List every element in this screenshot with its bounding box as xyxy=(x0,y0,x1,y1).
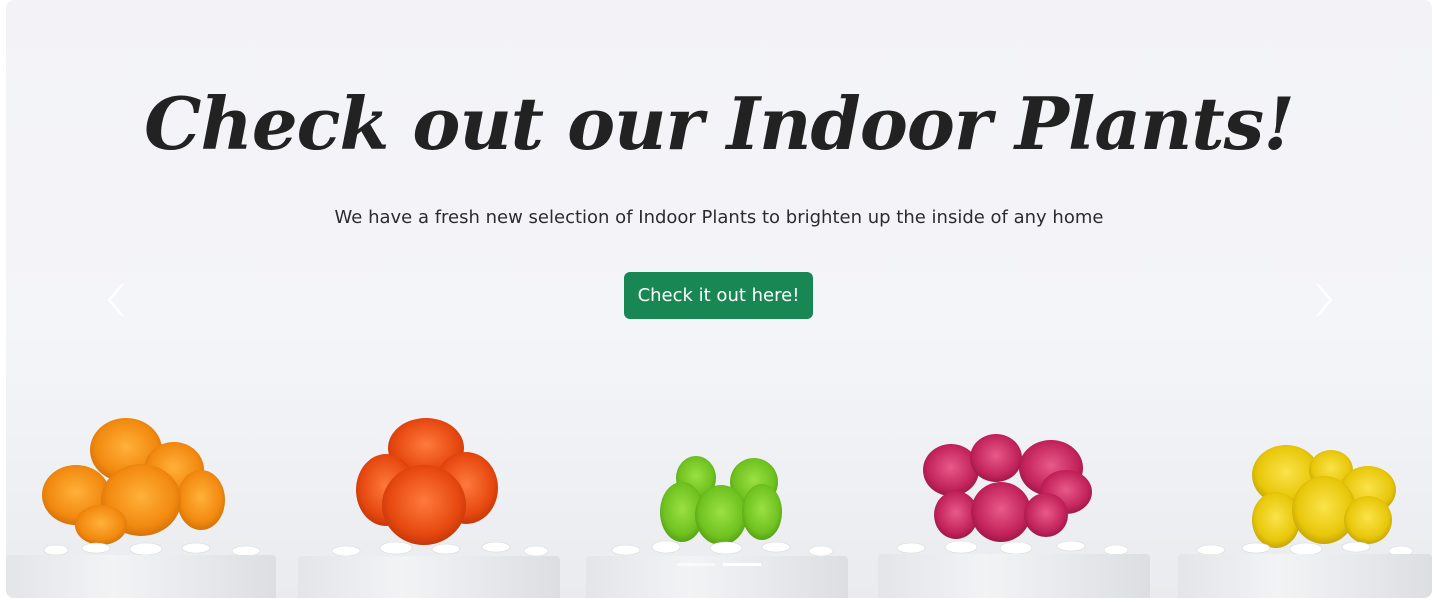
pebbles xyxy=(43,540,1414,557)
carousel-indicator-1[interactable] xyxy=(677,563,715,566)
carousel-prev-button[interactable] xyxy=(96,280,136,320)
headline: Check out our Indoor Plants! xyxy=(144,81,1295,166)
green-cactus xyxy=(660,456,782,545)
chevron-right-icon xyxy=(1316,283,1333,317)
carousel-next-button[interactable] xyxy=(1304,280,1344,320)
subtext: We have a fresh new selection of Indoor … xyxy=(334,207,1104,228)
carousel-indicators xyxy=(677,563,761,566)
red-cactus xyxy=(356,418,498,545)
chevron-left-icon xyxy=(107,283,124,317)
pink-cactus xyxy=(923,434,1092,542)
pots xyxy=(6,554,1432,598)
carousel-indicator-2[interactable] xyxy=(723,563,761,566)
hero-carousel: Check out our Indoor Plants! We have a f… xyxy=(6,0,1432,598)
yellow-cactus xyxy=(1252,445,1396,548)
orange-cactus xyxy=(42,418,225,545)
check-it-out-button[interactable]: Check it out here! xyxy=(624,272,813,319)
